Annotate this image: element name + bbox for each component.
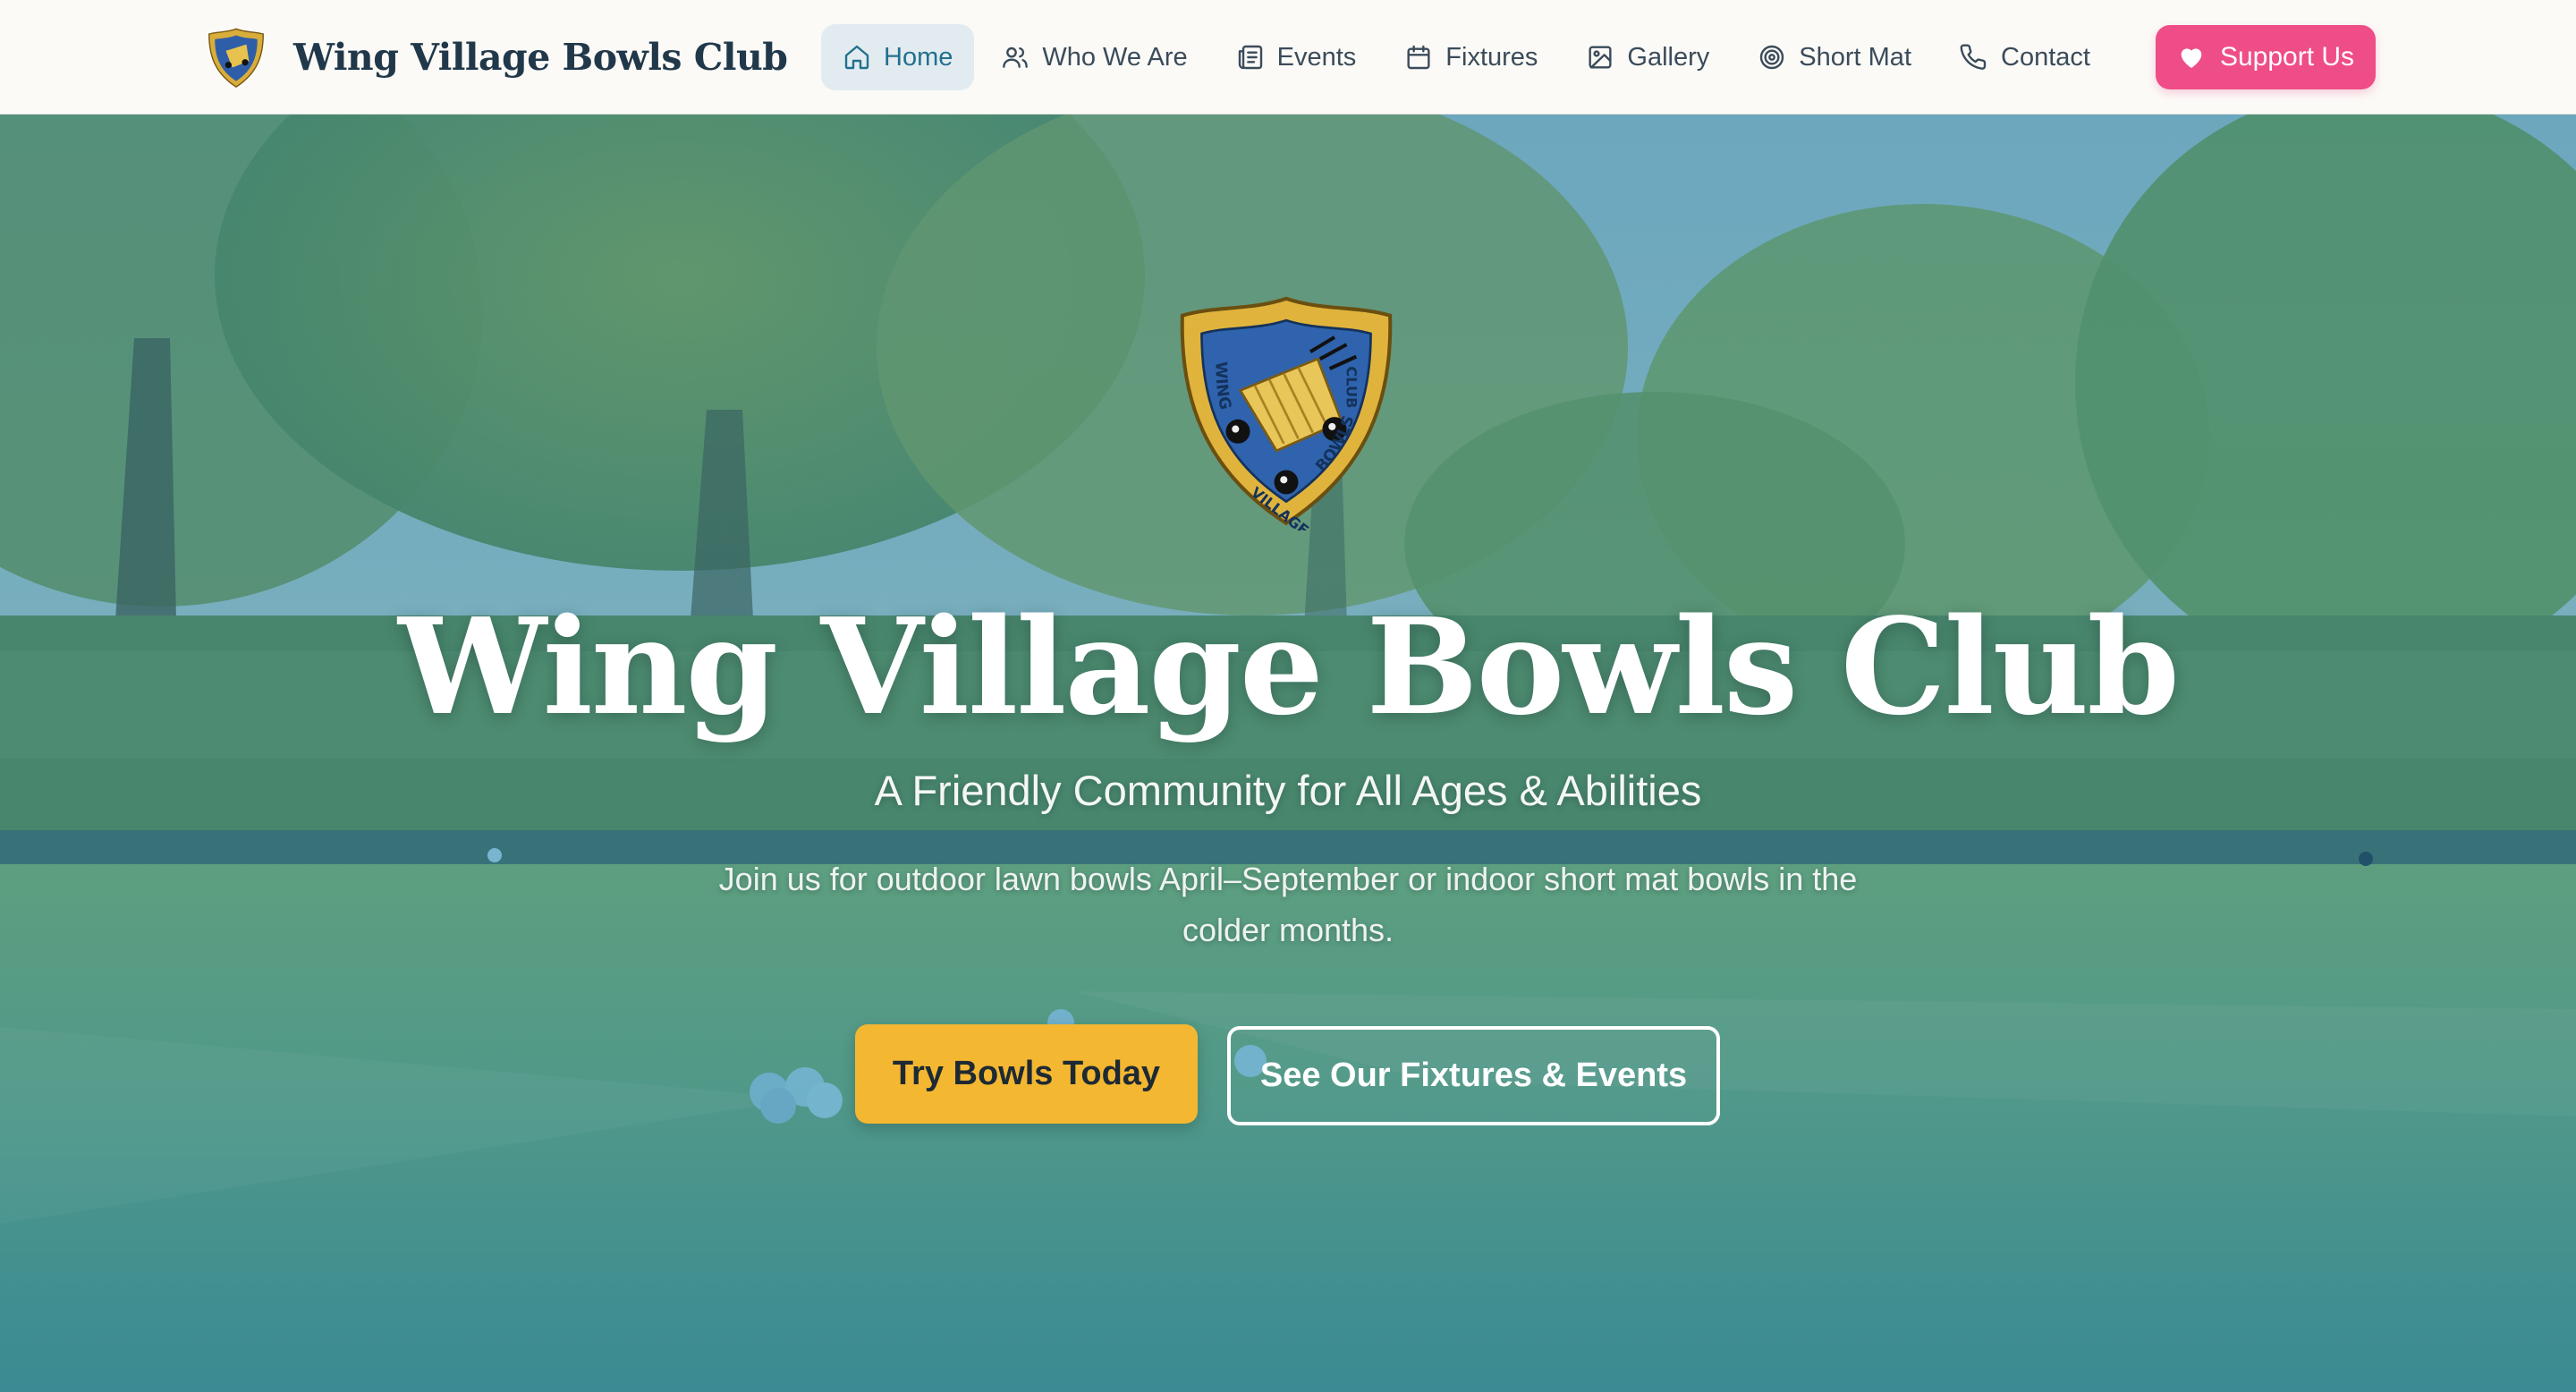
- nav-item-contact[interactable]: Contact: [1938, 24, 2112, 90]
- brand[interactable]: Wing Village Bowls Club: [204, 25, 788, 89]
- nav-item-label: Fixtures: [1445, 42, 1538, 72]
- support-us-label: Support Us: [2219, 42, 2355, 72]
- site-header: Wing Village Bowls Club Home Who We Are …: [0, 0, 2576, 115]
- nav-item-label: Home: [884, 42, 953, 72]
- brand-name: Wing Village Bowls Club: [293, 36, 788, 79]
- nav-item-gallery[interactable]: Gallery: [1564, 24, 1731, 90]
- nav-item-label: Events: [1276, 42, 1357, 72]
- heart-icon: [2177, 43, 2206, 72]
- phone-icon: [1960, 43, 1988, 72]
- crest-text-top-right: CLUB: [1343, 366, 1360, 408]
- nav-item-events[interactable]: Events: [1215, 24, 1378, 90]
- hero-subtitle: A Friendly Community for All Ages & Abil…: [874, 767, 1702, 814]
- club-crest-icon: [208, 28, 264, 88]
- users-icon: [1001, 43, 1030, 72]
- nav-item-home[interactable]: Home: [821, 24, 975, 90]
- nav-item-label: Short Mat: [1799, 42, 1911, 72]
- image-icon: [1586, 43, 1614, 72]
- support-us-button[interactable]: Support Us: [2156, 25, 2376, 89]
- hero-section: WING BOWLS VILLAGE CLUB Wing Village Bow…: [0, 115, 2576, 1392]
- main-nav: Home Who We Are Events Fixtures Gallery: [821, 24, 2117, 90]
- club-crest-logo: WING BOWLS VILLAGE CLUB: [1180, 296, 1393, 530]
- try-bowls-button[interactable]: Try Bowls Today: [855, 1024, 1198, 1124]
- nav-item-label: Contact: [2001, 42, 2090, 72]
- fixtures-events-button[interactable]: See Our Fixtures & Events: [1227, 1026, 1720, 1125]
- nav-item-short-mat[interactable]: Short Mat: [1736, 24, 1933, 90]
- target-icon: [1758, 43, 1786, 72]
- newspaper-icon: [1236, 43, 1265, 72]
- home-icon: [843, 43, 871, 72]
- nav-item-who-we-are[interactable]: Who We Are: [979, 24, 1208, 90]
- nav-item-label: Gallery: [1627, 42, 1710, 72]
- hero-description: Join us for outdoor lawn bowls April–Sep…: [718, 861, 1858, 948]
- nav-item-label: Who We Are: [1042, 42, 1188, 72]
- nav-item-fixtures[interactable]: Fixtures: [1383, 24, 1559, 90]
- calendar-icon: [1404, 43, 1433, 72]
- hero-title: Wing Village Bowls Club: [398, 589, 2180, 744]
